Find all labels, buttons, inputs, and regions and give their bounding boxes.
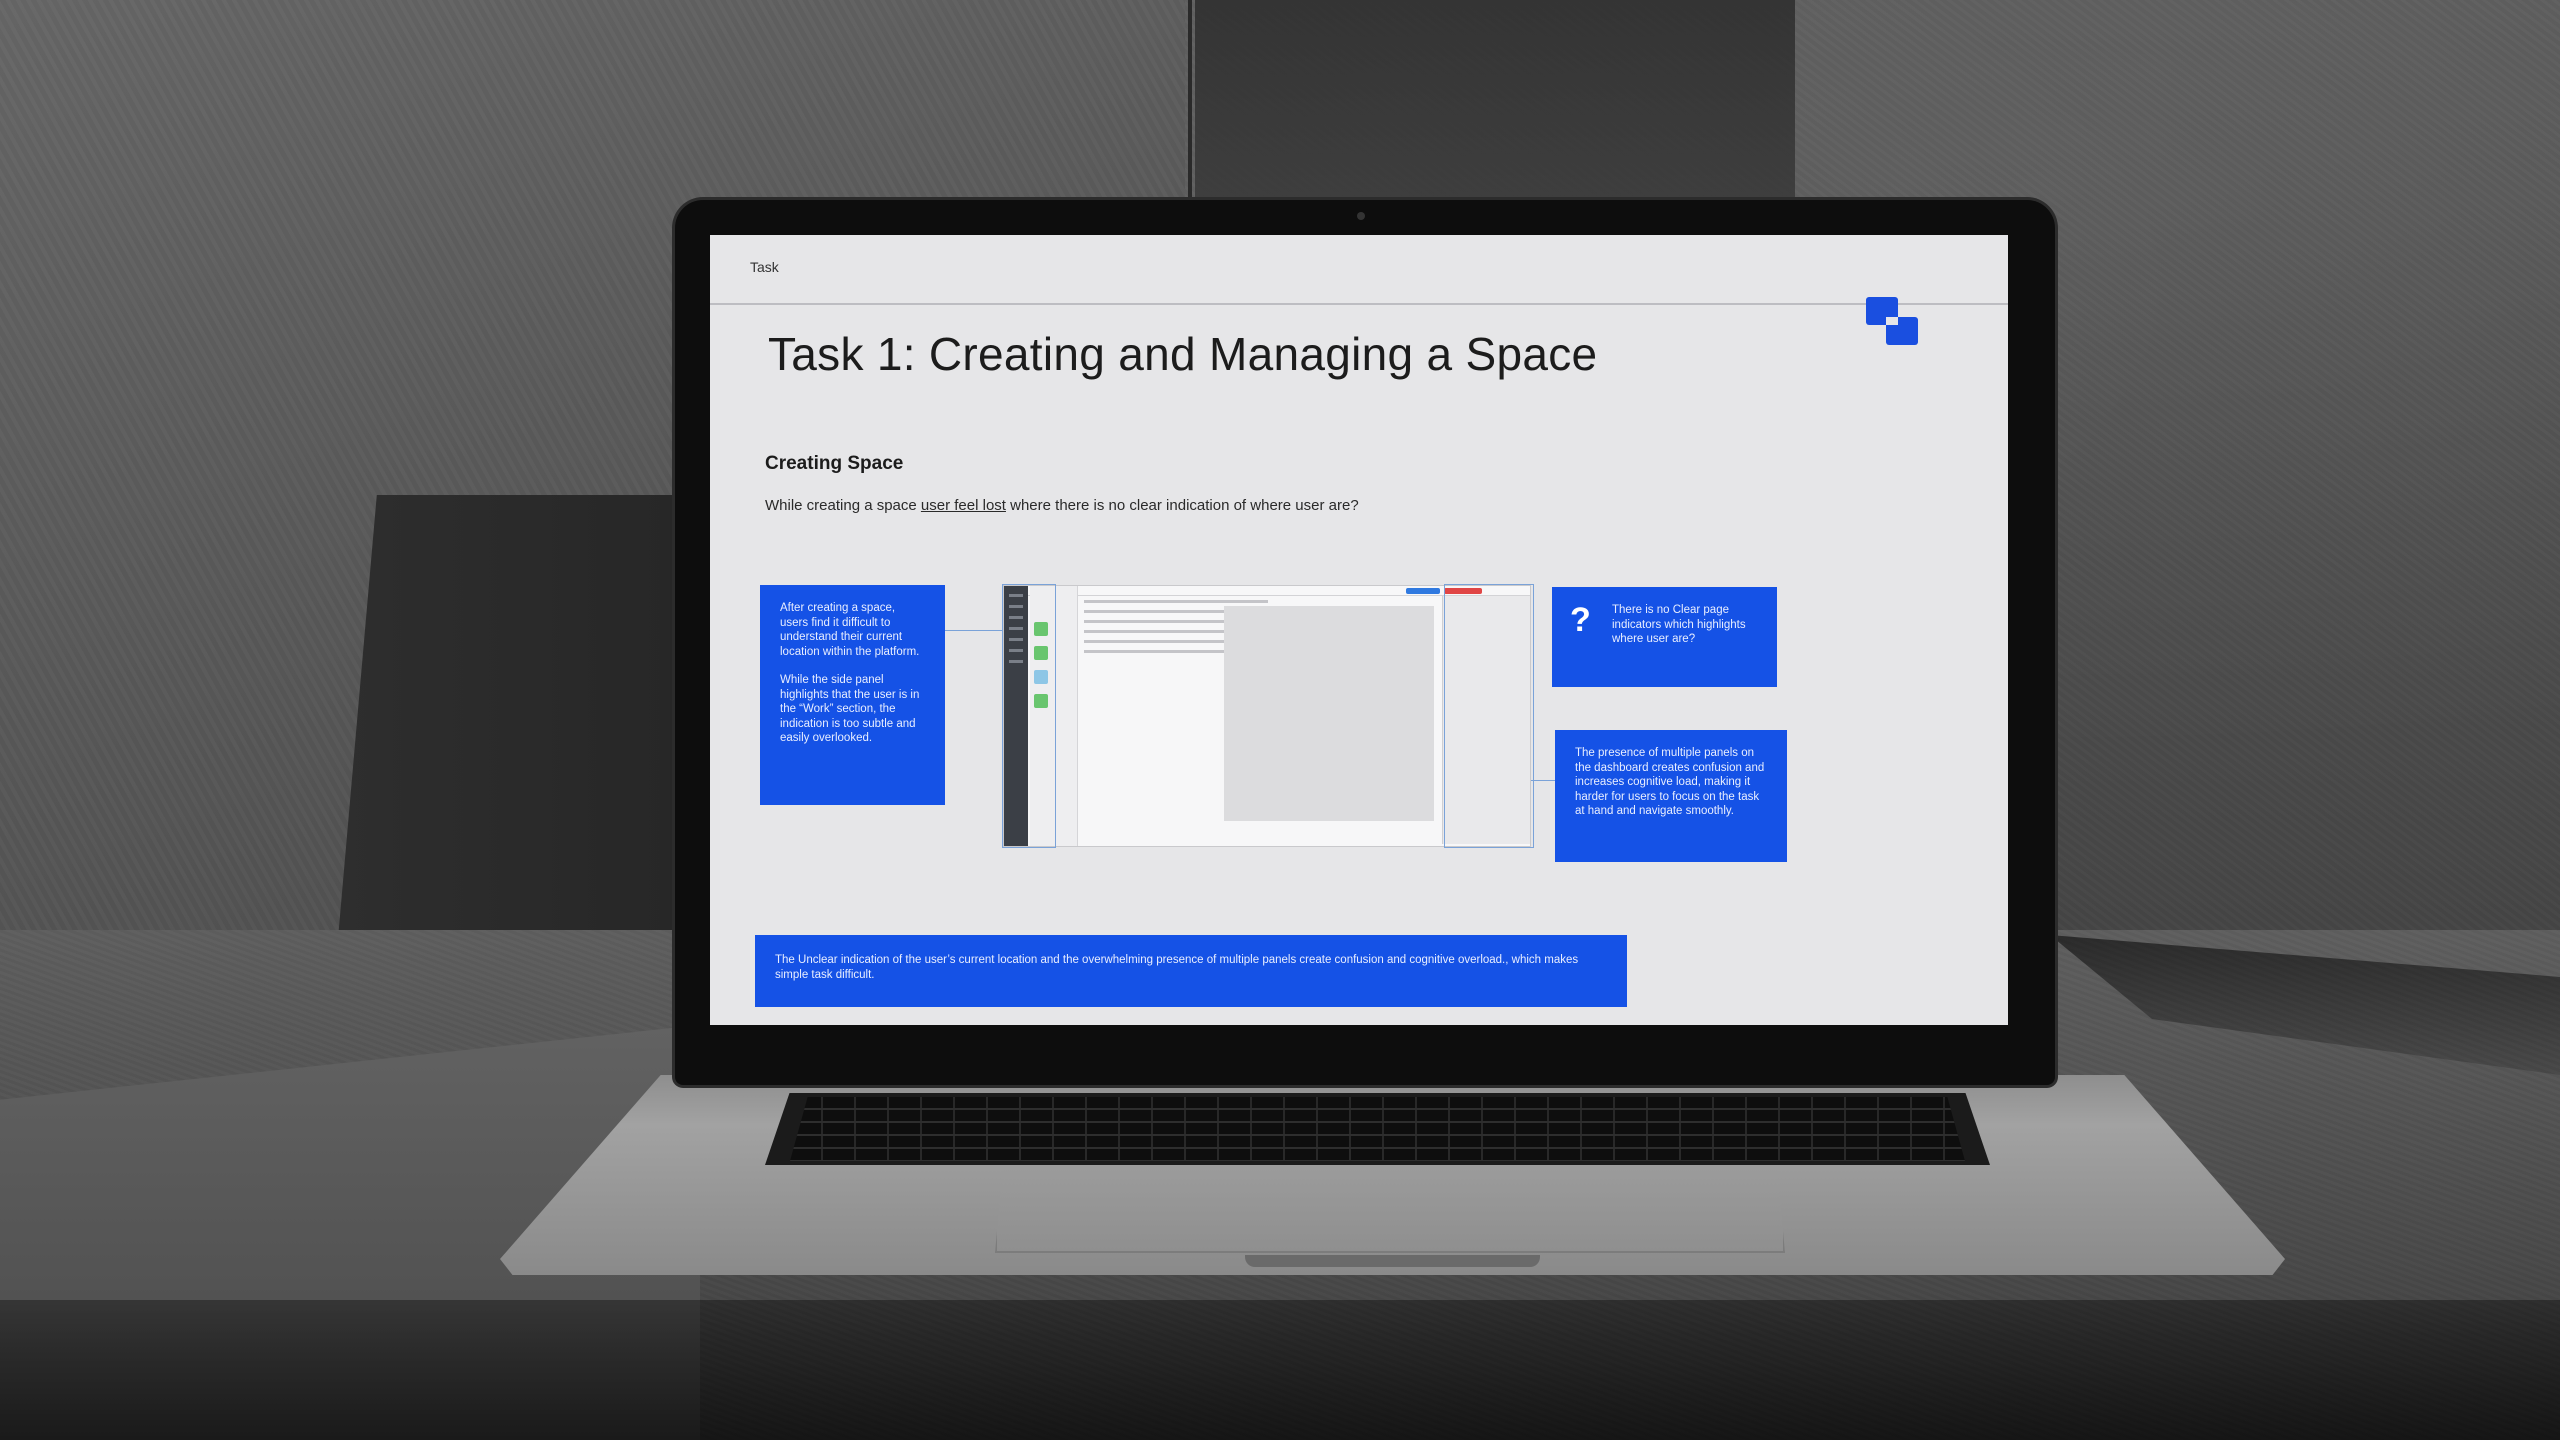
note-page-indicator: ? There is no Clear page indicators whic…: [1552, 587, 1777, 687]
wall-shadow-top: [1195, 0, 1795, 230]
note-left-paragraph-1: After creating a space, users find it di…: [780, 602, 920, 658]
intro-underlined: user feel lost: [920, 497, 1006, 514]
note-question-text: There is no Clear page indicators which …: [1612, 604, 1746, 645]
laptop-screen: Task Task 1: Creating and Managing a Spa…: [710, 235, 2008, 1025]
connector-line: [1531, 780, 1555, 781]
brand-logo-icon: [1866, 297, 1918, 345]
highlight-sidebar: [1002, 584, 1056, 848]
note-current-location: After creating a space, users find it di…: [760, 585, 945, 805]
laptop-lid: Task Task 1: Creating and Managing a Spa…: [675, 200, 2055, 1085]
note-left-paragraph-2: While the side panel highlights that the…: [780, 674, 920, 744]
question-mark-icon: ?: [1570, 601, 1591, 639]
floor-shadow-bottom: [0, 1300, 2560, 1440]
note-right-text: The presence of multiple panels on the d…: [1575, 747, 1765, 817]
note-summary: The Unclear indication of the user’s cur…: [755, 935, 1627, 1007]
mini-main-panel: [1224, 606, 1434, 821]
page-title: Task 1: Creating and Managing a Space: [768, 328, 1598, 380]
intro-line: While creating a space user feel lost wh…: [765, 497, 1359, 514]
mini-blue-button: [1406, 588, 1440, 594]
laptop-lip: [1245, 1255, 1540, 1267]
dashboard-screenshot: [1002, 584, 1534, 848]
keyboard-rows: [790, 1097, 1965, 1161]
note-bottom-text: The Unclear indication of the user’s cur…: [775, 954, 1579, 981]
topbar-label: Task: [750, 259, 779, 275]
section-title: Creating Space: [765, 453, 904, 474]
slide-topbar: Task: [710, 235, 2008, 305]
connector-line: [945, 630, 1003, 631]
note-multiple-panels: The presence of multiple panels on the d…: [1555, 730, 1787, 862]
photo-scene: Task Task 1: Creating and Managing a Spa…: [0, 0, 2560, 1440]
webcam-icon: [1357, 212, 1365, 220]
trackpad: [995, 1168, 1785, 1253]
highlight-right-panel: [1444, 584, 1534, 848]
